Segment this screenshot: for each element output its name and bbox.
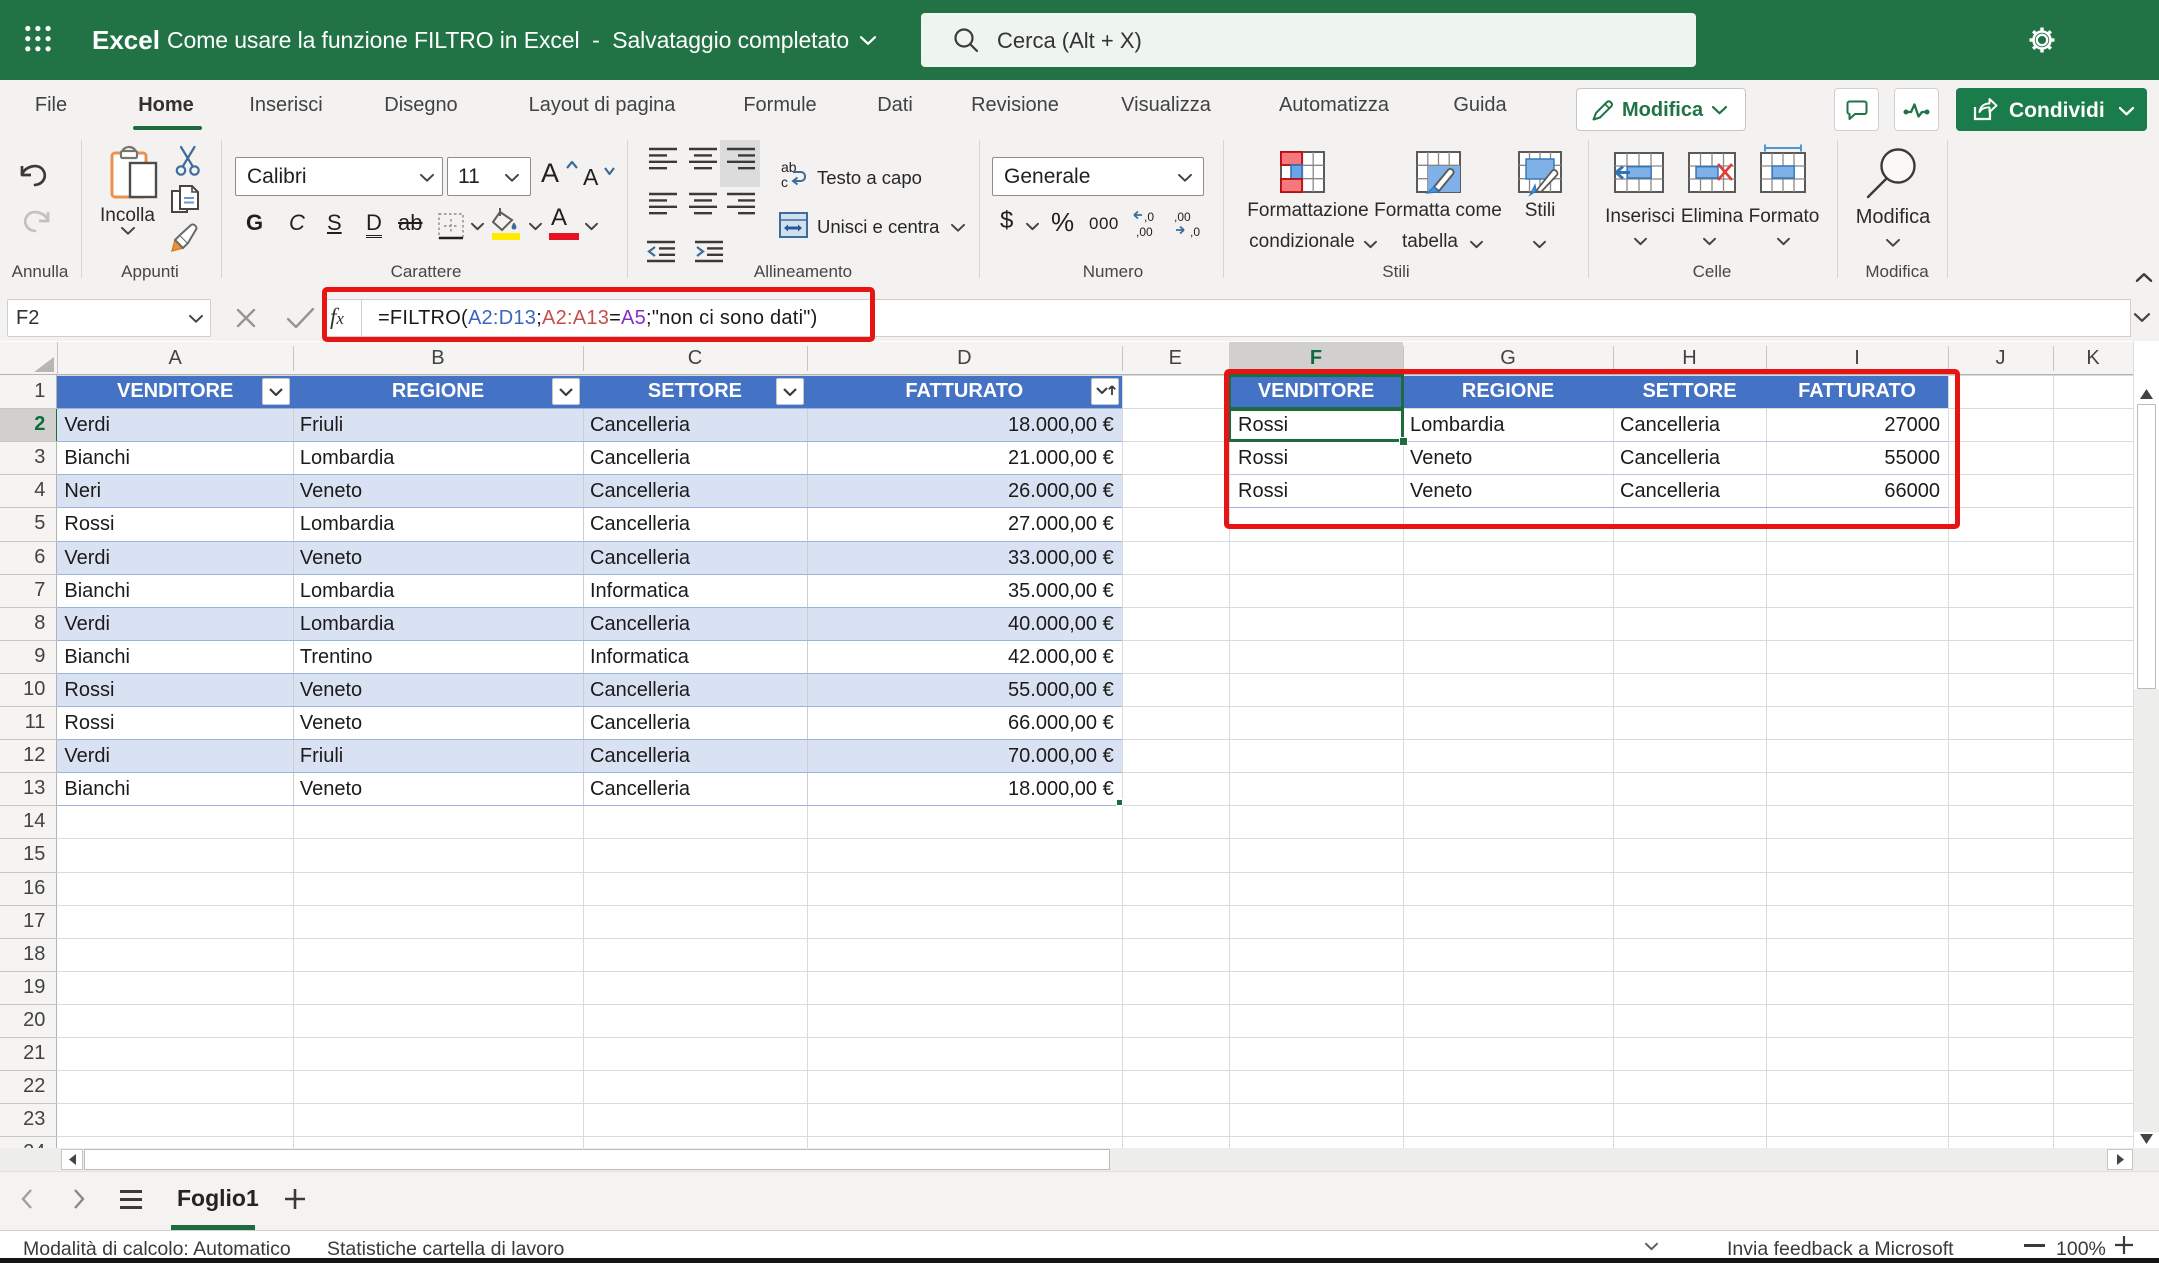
svg-text:,00: ,00	[1136, 225, 1153, 239]
svg-text:,0: ,0	[1144, 210, 1154, 224]
svg-text:,0: ,0	[1190, 225, 1200, 239]
svg-text:c: c	[781, 174, 788, 190]
svg-text:,00: ,00	[1174, 210, 1191, 224]
